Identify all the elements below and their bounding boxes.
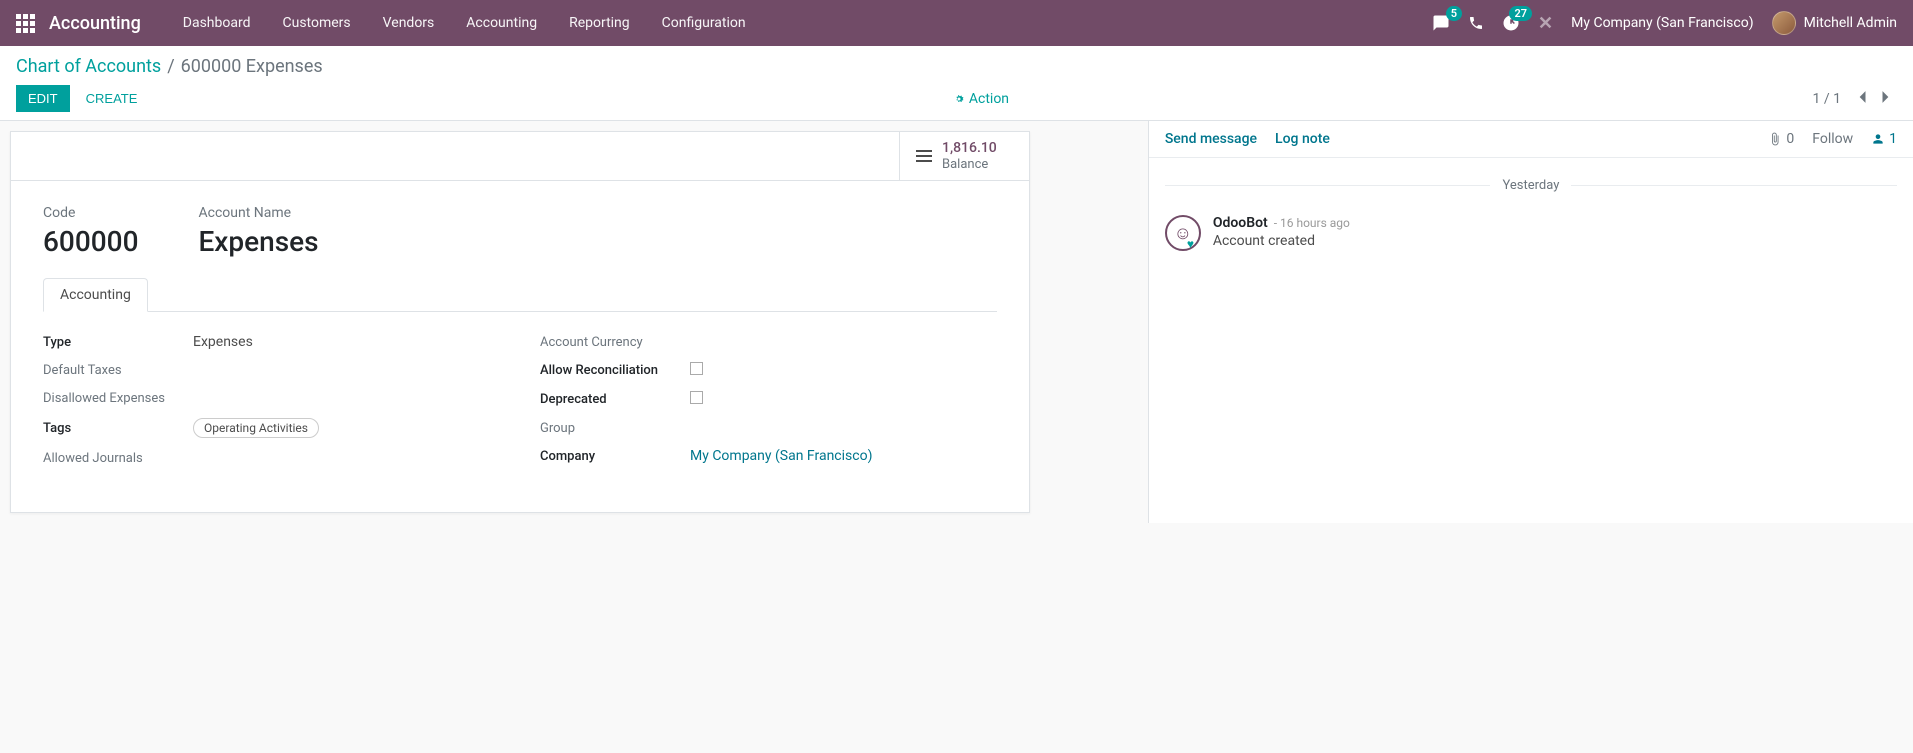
group-label: Group	[540, 421, 690, 436]
activities-icon[interactable]: 27	[1502, 14, 1520, 32]
tags-label: Tags	[43, 421, 193, 436]
deprecated-checkbox[interactable]	[690, 391, 703, 404]
tag-pill: Operating Activities	[193, 418, 319, 438]
code-label: Code	[43, 205, 138, 221]
top-navbar: Accounting Dashboard Customers Vendors A…	[0, 0, 1913, 46]
action-dropdown[interactable]: Action	[149, 91, 1812, 107]
pager-prev-icon[interactable]	[1851, 86, 1873, 112]
menu-dashboard[interactable]: Dashboard	[169, 3, 265, 43]
balance-value: 1,816.10	[942, 140, 997, 157]
list-icon	[916, 150, 932, 162]
disallowed-label: Disallowed Expenses	[43, 391, 193, 406]
action-label: Action	[969, 91, 1009, 107]
company-link[interactable]: My Company (San Francisco)	[690, 448, 872, 464]
allowed-journals-label: Allowed Journals	[43, 451, 193, 466]
message-time: - 16 hours ago	[1274, 216, 1350, 230]
send-message-button[interactable]: Send message	[1165, 131, 1257, 147]
pager-next-icon[interactable]	[1875, 86, 1897, 112]
followers-button[interactable]: 1	[1871, 131, 1897, 147]
log-note-button[interactable]: Log note	[1275, 131, 1330, 147]
account-name-value: Expenses	[198, 225, 318, 258]
apps-icon[interactable]	[16, 14, 35, 33]
close-icon[interactable]: ✕	[1538, 13, 1553, 34]
create-button[interactable]: Create	[74, 85, 150, 112]
discuss-badge: 5	[1446, 6, 1462, 21]
deprecated-label: Deprecated	[540, 392, 690, 407]
menu-vendors[interactable]: Vendors	[369, 3, 449, 43]
breadcrumb-current: 600000 Expenses	[181, 56, 323, 77]
gear-icon	[953, 93, 965, 105]
account-name-label: Account Name	[198, 205, 318, 221]
pager: 1 / 1	[1813, 86, 1897, 112]
reconcile-checkbox[interactable]	[690, 362, 703, 375]
user-menu[interactable]: Mitchell Admin	[1772, 11, 1897, 35]
breadcrumb-parent[interactable]: Chart of Accounts	[16, 56, 161, 77]
form-sheet: 1,816.10 Balance Code 600000 Account Nam…	[10, 131, 1030, 513]
company-selector[interactable]: My Company (San Francisco)	[1571, 15, 1753, 31]
attachments-button[interactable]: 0	[1768, 131, 1794, 147]
company-label: Company	[540, 449, 690, 464]
message-author[interactable]: OdooBot	[1213, 215, 1268, 231]
control-panel: Chart of Accounts / 600000 Expenses Edit…	[0, 46, 1913, 121]
activities-badge: 27	[1509, 6, 1532, 21]
discuss-icon[interactable]: 5	[1432, 14, 1450, 32]
paperclip-icon	[1768, 132, 1782, 146]
default-taxes-label: Default Taxes	[43, 363, 193, 378]
type-value: Expenses	[193, 334, 500, 350]
person-icon	[1871, 132, 1885, 146]
currency-label: Account Currency	[540, 335, 690, 350]
follow-button[interactable]: Follow	[1812, 131, 1853, 147]
button-box: 1,816.10 Balance	[11, 132, 1029, 181]
edit-button[interactable]: Edit	[16, 85, 70, 112]
menu-customers[interactable]: Customers	[269, 3, 365, 43]
tab-accounting[interactable]: Accounting	[43, 278, 148, 312]
type-label: Type	[43, 335, 193, 350]
tabs: Accounting	[43, 278, 997, 312]
menu-configuration[interactable]: Configuration	[648, 3, 760, 43]
bot-avatar-icon: ☺ ♥	[1165, 215, 1201, 251]
main-menu: Dashboard Customers Vendors Accounting R…	[169, 3, 1432, 43]
date-divider: Yesterday	[1165, 178, 1897, 193]
message-content: Account created	[1213, 233, 1897, 249]
code-value: 600000	[43, 225, 138, 258]
chatter: Send message Log note 0 Follow 1 Yesterd…	[1148, 121, 1913, 523]
menu-reporting[interactable]: Reporting	[555, 3, 644, 43]
user-avatar-icon	[1772, 11, 1796, 35]
menu-accounting[interactable]: Accounting	[452, 3, 551, 43]
balance-label: Balance	[942, 157, 997, 173]
pager-value[interactable]: 1 / 1	[1813, 91, 1841, 107]
attachments-count: 0	[1786, 131, 1794, 147]
user-name: Mitchell Admin	[1804, 15, 1897, 31]
nav-right: 5 27 ✕ My Company (San Francisco) Mitche…	[1432, 11, 1897, 35]
reconcile-label: Allow Reconciliation	[540, 363, 690, 378]
followers-count: 1	[1889, 131, 1897, 147]
phone-icon[interactable]	[1468, 15, 1484, 31]
balance-stat-button[interactable]: 1,816.10 Balance	[899, 132, 1029, 180]
message: ☺ ♥ OdooBot - 16 hours ago Account creat…	[1165, 209, 1897, 257]
breadcrumb: Chart of Accounts / 600000 Expenses	[16, 56, 1897, 77]
app-brand[interactable]: Accounting	[49, 13, 141, 34]
